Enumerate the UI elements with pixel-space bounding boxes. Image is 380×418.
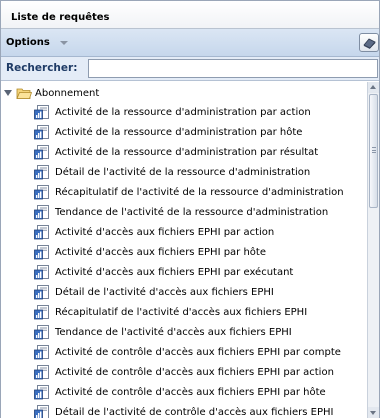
tree-item[interactable]: Récapitulatif de l'activité d'accès aux … [34,302,367,322]
tree-item[interactable]: Activité de contrôle d'accès aux fichier… [34,362,367,382]
search-row: Rechercher: [1,57,379,81]
tree-item-label: Récapitulatif de l'activité de la ressou… [55,186,344,198]
scroll-up-button[interactable] [368,82,379,93]
report-icon [34,304,49,319]
tree-item-label: Activité de contrôle d'accès aux fichier… [55,346,341,358]
eraser-icon [363,38,376,49]
tree-node-abonnement[interactable]: Abonnement [4,85,99,101]
vertical-scrollbar[interactable] [367,82,379,418]
expand-arrow-icon[interactable] [4,90,12,96]
query-tree: Abonnement Activité de la ressource d'ad… [1,82,367,418]
tree-item[interactable]: Récapitulatif de l'activité de la ressou… [34,182,367,202]
tree-item-label: Activité de contrôle d'accès aux fichier… [55,386,326,398]
tree-item-label: Récapitulatif de l'activité d'accès aux … [55,306,308,318]
tree-items: Activité de la ressource d'administratio… [34,102,367,418]
report-icon [34,284,49,299]
folder-open-icon [16,88,32,99]
report-icon [34,264,49,279]
tree-item[interactable]: Activité de la ressource d'administratio… [34,102,367,122]
report-icon [34,324,49,339]
tree-item[interactable]: Activité de contrôle d'accès aux fichier… [34,382,367,402]
report-icon [34,244,49,259]
report-icon [34,204,49,219]
clear-button[interactable] [359,33,379,52]
tree-item[interactable]: Activité d'accès aux fichiers EPHI par e… [34,262,367,282]
options-menu[interactable]: Options [6,37,68,48]
report-icon [34,404,49,418]
tree-item[interactable]: Activité de la ressource d'administratio… [34,142,367,162]
tree-item[interactable]: Tendance de l'activité d'accès aux fichi… [34,322,367,342]
tree-item-label: Tendance de l'activité d'accès aux fichi… [55,326,292,338]
tree-item[interactable]: Détail de l'activité de contrôle d'accès… [34,402,367,418]
report-icon [34,384,49,399]
report-icon [34,144,49,159]
report-icon [34,124,49,139]
scroll-down-button[interactable] [368,407,379,418]
tree-item-label: Activité de la ressource d'administratio… [55,146,319,158]
tree-item[interactable]: Activité d'accès aux fichiers EPHI par h… [34,242,367,262]
toolbar: Options [1,29,379,57]
tree-node-label: Abonnement [35,87,100,99]
report-icon [34,184,49,199]
options-label: Options [6,37,50,48]
tree-item-label: Détail de l'activité de contrôle d'accès… [55,406,334,418]
report-icon [34,364,49,379]
report-icon [34,104,49,119]
query-list-panel: Liste de requêtes Options Rechercher: Ab… [0,0,380,418]
tree-item[interactable]: Activité de contrôle d'accès aux fichier… [34,342,367,362]
tree-item-label: Activité d'accès aux fichiers EPHI par h… [55,246,266,258]
report-icon [34,224,49,239]
tree-item[interactable]: Activité de la ressource d'administratio… [34,122,367,142]
chevron-down-icon [59,40,68,45]
tree-item[interactable]: Détail de l'activité de la ressource d'a… [34,162,367,182]
tree-item-label: Activité de la ressource d'administratio… [55,106,311,118]
search-label: Rechercher: [6,62,78,74]
tree-item[interactable]: Détail de l'activité d'accès aux fichier… [34,282,367,302]
search-input[interactable] [88,59,378,78]
tree-item-label: Activité d'accès aux fichiers EPHI par a… [55,226,275,238]
panel-title: Liste de requêtes [1,1,379,29]
grip-icon [372,147,376,153]
report-icon [34,344,49,359]
tree-item-label: Activité de contrôle d'accès aux fichier… [55,366,334,378]
tree-item-label: Activité d'accès aux fichiers EPHI par e… [55,266,294,278]
tree-item-label: Détail de l'activité de la ressource d'a… [55,166,311,178]
tree-item-label: Détail de l'activité d'accès aux fichier… [55,286,274,298]
tree-item-label: Activité de la ressource d'administratio… [55,126,303,138]
tree-item[interactable]: Tendance de l'activité de la ressource d… [34,202,367,222]
report-icon [34,164,49,179]
tree-item[interactable]: Activité d'accès aux fichiers EPHI par a… [34,222,367,242]
scroll-thumb[interactable] [369,94,378,208]
tree-item-label: Tendance de l'activité de la ressource d… [55,206,329,218]
